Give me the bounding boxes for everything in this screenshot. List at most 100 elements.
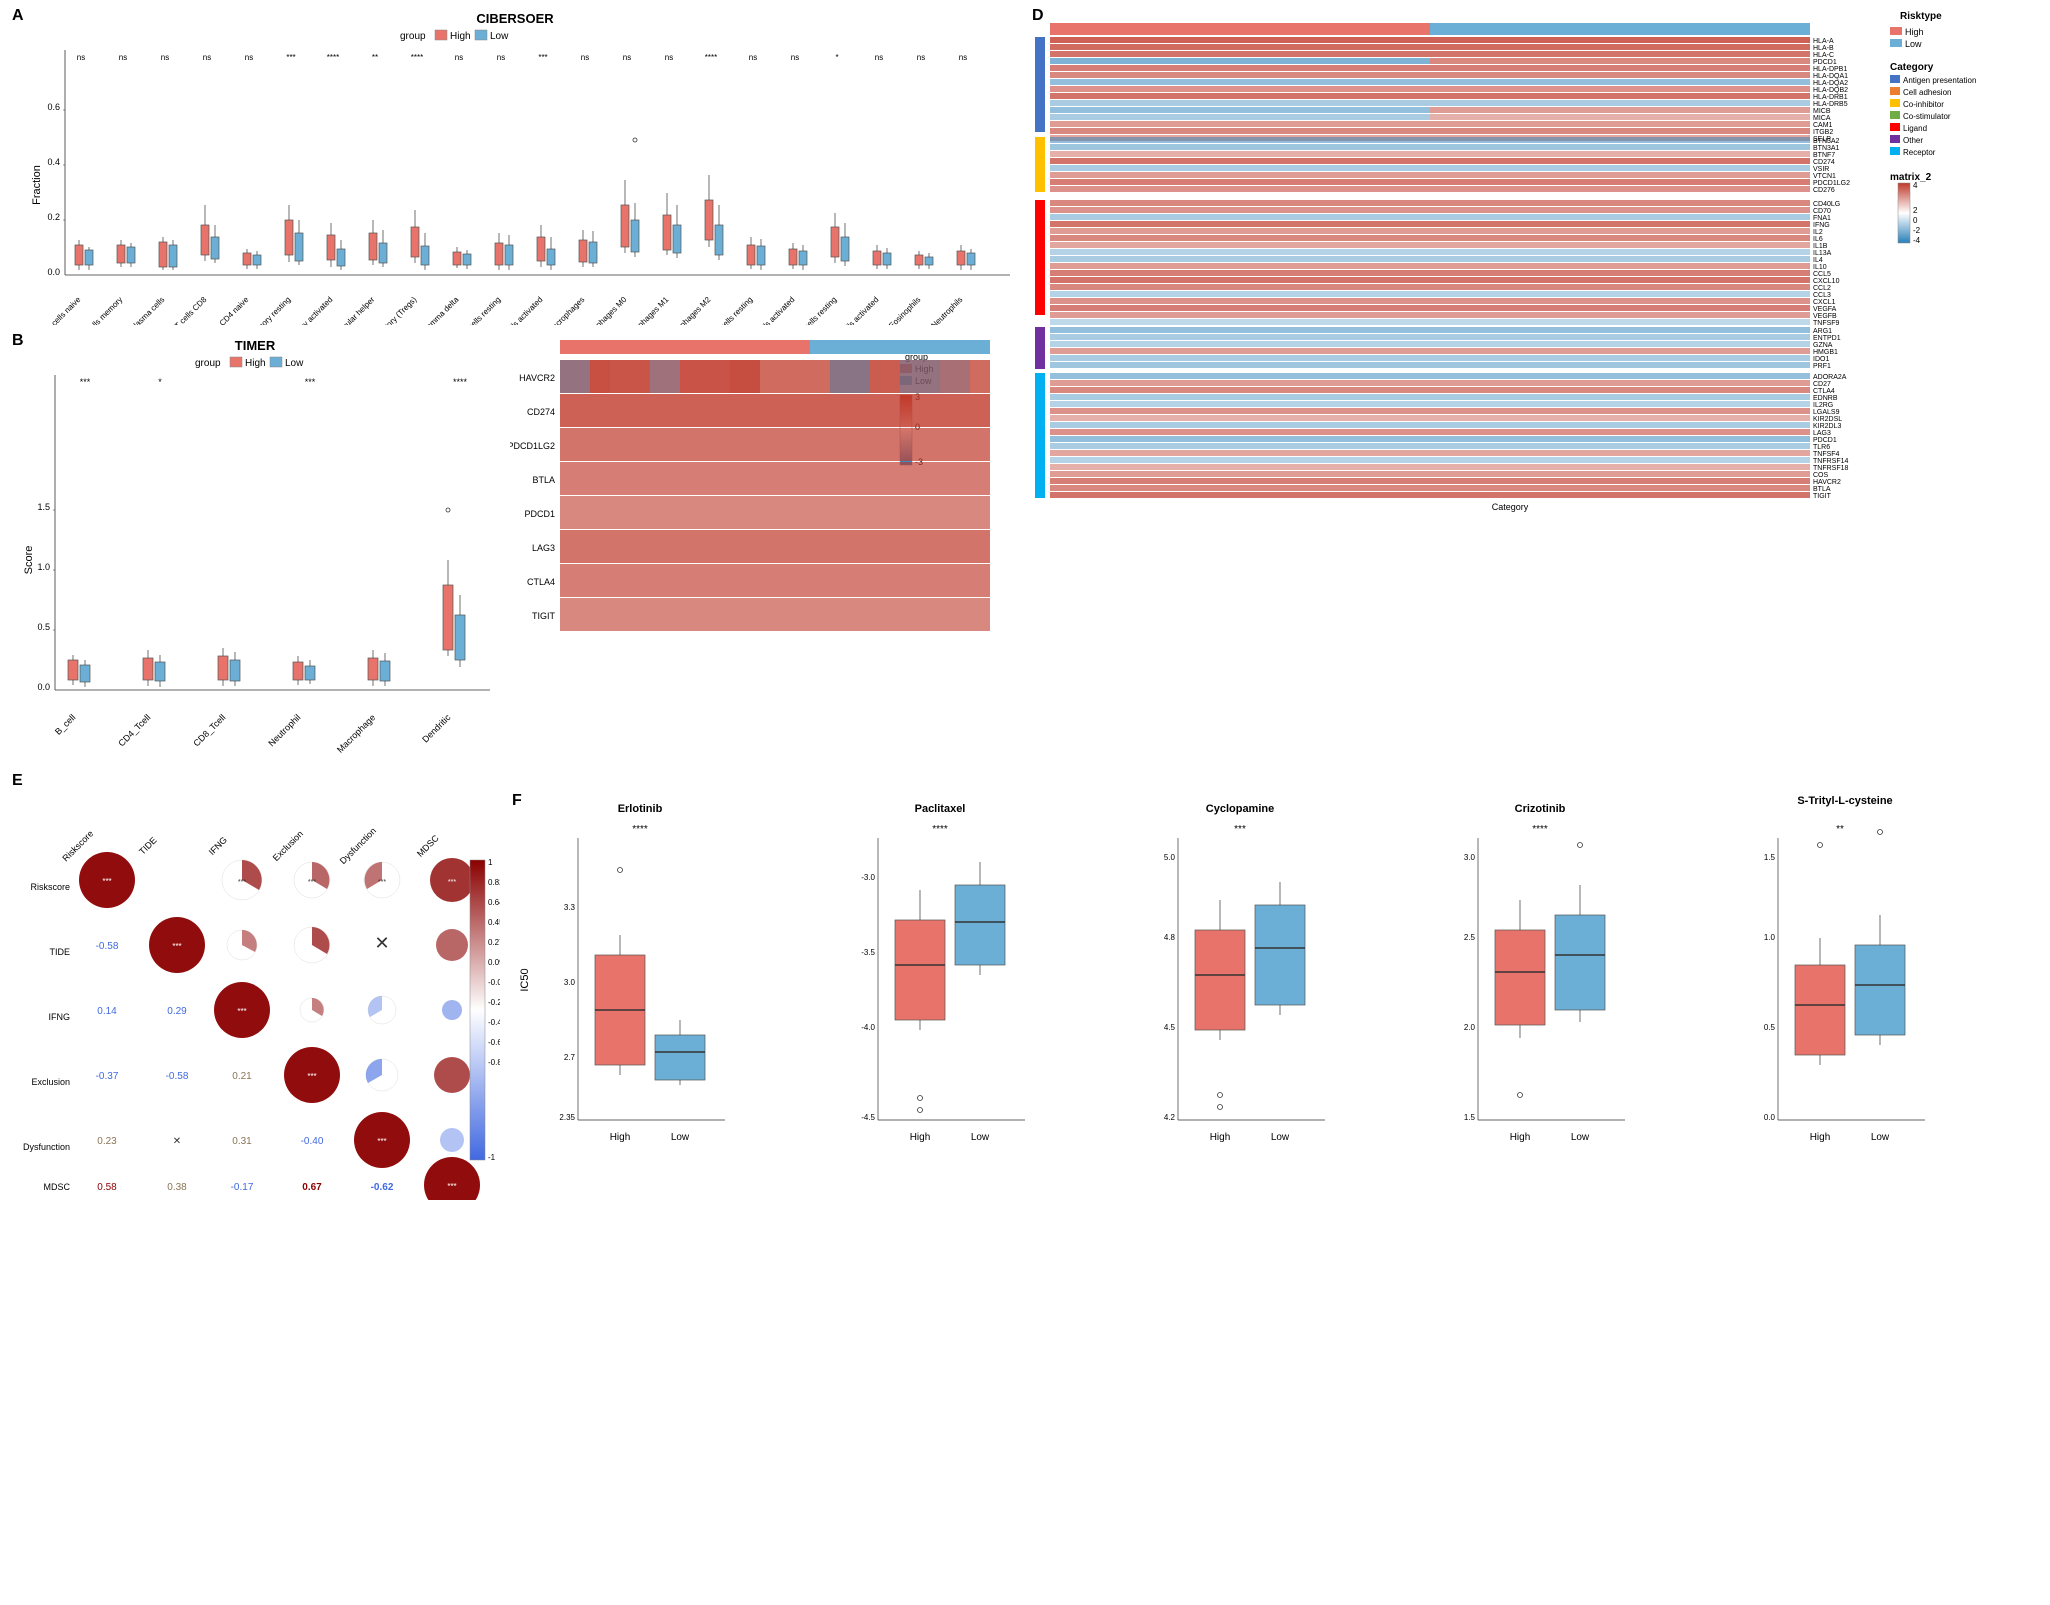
svg-text:ns: ns: [875, 53, 883, 62]
svg-text:3.3: 3.3: [564, 903, 576, 912]
svg-text:GZNA: GZNA: [1813, 342, 1833, 349]
svg-text:HAVCR2: HAVCR2: [519, 373, 555, 383]
svg-text:-0.09: -0.09: [488, 978, 500, 987]
svg-text:-4.0: -4.0: [861, 1023, 875, 1032]
svg-text:0.82: 0.82: [488, 878, 500, 887]
svg-text:Ligand: Ligand: [1903, 124, 1927, 133]
svg-text:0.14: 0.14: [97, 1006, 117, 1017]
svg-text:HLA-DQA1: HLA-DQA1: [1813, 73, 1848, 80]
svg-text:***: ***: [102, 877, 111, 886]
svg-text:group: group: [400, 31, 426, 42]
panel-f: F IC50 Erlotinib **** 2.35 2.7 3.0 3.3: [510, 790, 2040, 1200]
svg-text:TIGIT: TIGIT: [532, 611, 555, 621]
svg-text:IL1B: IL1B: [1813, 243, 1828, 250]
svg-text:0: 0: [1913, 216, 1918, 225]
svg-text:VTCN1: VTCN1: [1813, 173, 1836, 180]
svg-text:ns: ns: [917, 53, 925, 62]
svg-text:High: High: [450, 31, 471, 42]
panel-f-label: F: [512, 792, 522, 810]
svg-text:2.35: 2.35: [559, 1113, 575, 1122]
svg-text:TNFRSF18: TNFRSF18: [1813, 465, 1849, 472]
svg-text:MDSC: MDSC: [44, 1182, 71, 1192]
svg-text:Low: Low: [971, 1132, 990, 1143]
svg-text:***: ***: [448, 879, 456, 886]
svg-text:-0.64: -0.64: [488, 1038, 500, 1047]
svg-text:HLA-DQA2: HLA-DQA2: [1813, 80, 1848, 87]
svg-text:TNFSF4: TNFSF4: [1813, 451, 1840, 458]
svg-text:1.5: 1.5: [1764, 853, 1776, 862]
svg-text:0.0: 0.0: [47, 267, 60, 277]
svg-text:-0.62: -0.62: [371, 1182, 394, 1193]
svg-text:BTN3A1: BTN3A1: [1813, 145, 1840, 152]
svg-text:✕: ✕: [173, 1136, 181, 1147]
svg-text:Macrophages: Macrophages: [546, 295, 587, 325]
svg-text:LAG3: LAG3: [532, 543, 555, 553]
svg-text:1.0: 1.0: [37, 562, 50, 572]
svg-text:CD27: CD27: [1813, 381, 1831, 388]
svg-text:HLA-DPB1: HLA-DPB1: [1813, 66, 1847, 73]
svg-text:TNFSF9: TNFSF9: [1813, 320, 1840, 327]
svg-text:***: ***: [80, 377, 91, 387]
svg-text:*: *: [158, 377, 162, 387]
svg-text:BTN3A2: BTN3A2: [1813, 138, 1840, 145]
svg-text:ARG1: ARG1: [1813, 328, 1832, 335]
svg-text:0.21: 0.21: [232, 1071, 252, 1082]
svg-text:Co-stimulator: Co-stimulator: [1903, 112, 1951, 121]
svg-text:EDNRB: EDNRB: [1813, 395, 1838, 402]
svg-text:-1: -1: [488, 1153, 496, 1162]
svg-text:4.8: 4.8: [1164, 933, 1176, 942]
svg-text:IFNG: IFNG: [1813, 222, 1830, 229]
panel-c-svg: group High Low 3 0 -3 HAVCR2: [510, 330, 1020, 760]
svg-text:VEGFA: VEGFA: [1813, 306, 1837, 313]
svg-text:4.2: 4.2: [1164, 1113, 1176, 1122]
svg-text:-0.37: -0.37: [96, 1071, 119, 1082]
svg-text:0.38: 0.38: [167, 1182, 187, 1193]
svg-text:0.64: 0.64: [488, 898, 500, 907]
panel-e-label: E: [12, 772, 23, 790]
svg-text:COS: COS: [1813, 472, 1829, 479]
svg-text:MDSC: MDSC: [415, 833, 441, 859]
svg-text:Low: Low: [1271, 1132, 1290, 1143]
svg-text:Riskscore: Riskscore: [30, 882, 70, 892]
svg-text:Neutrophil: Neutrophil: [266, 712, 302, 748]
svg-text:***: ***: [286, 53, 295, 62]
svg-text:S-Trityl-L-cysteine: S-Trityl-L-cysteine: [1797, 795, 1892, 807]
svg-text:High: High: [1510, 1132, 1531, 1143]
svg-text:ns: ns: [203, 53, 211, 62]
svg-text:Macrophages M1: Macrophages M1: [620, 295, 670, 325]
svg-text:CCL3: CCL3: [1813, 292, 1831, 299]
svg-text:-0.27: -0.27: [488, 998, 500, 1007]
svg-text:3.0: 3.0: [564, 978, 576, 987]
svg-text:CD4_Tcell: CD4_Tcell: [116, 712, 152, 748]
svg-text:PDCD1: PDCD1: [524, 509, 555, 519]
svg-text:MICA: MICA: [1813, 115, 1831, 122]
svg-text:High: High: [245, 358, 266, 369]
svg-text:0.6: 0.6: [47, 102, 60, 112]
svg-text:ns: ns: [497, 53, 505, 62]
svg-text:LGALS9: LGALS9: [1813, 409, 1840, 416]
svg-text:Low: Low: [1871, 1132, 1890, 1143]
svg-text:-0.82: -0.82: [488, 1058, 500, 1067]
svg-text:HLA-B: HLA-B: [1813, 45, 1834, 52]
svg-text:***: ***: [308, 879, 316, 886]
boxplot-group: B cells naive ns B cells memory n: [44, 53, 975, 325]
svg-text:Paclitaxel: Paclitaxel: [915, 803, 966, 815]
svg-text:2.5: 2.5: [1464, 933, 1476, 942]
svg-text:***: ***: [447, 1182, 456, 1191]
svg-text:0.09: 0.09: [488, 958, 500, 967]
svg-text:B cells naive: B cells naive: [44, 295, 83, 325]
svg-text:Low: Low: [671, 1132, 690, 1143]
svg-text:ns: ns: [77, 53, 85, 62]
svg-text:CD70: CD70: [1813, 208, 1831, 215]
svg-text:0.31: 0.31: [232, 1136, 252, 1147]
svg-text:group: group: [195, 358, 221, 369]
svg-text:ns: ns: [119, 53, 127, 62]
svg-text:-3.5: -3.5: [861, 948, 875, 957]
svg-text:High: High: [610, 1132, 631, 1143]
svg-text:***: ***: [307, 1072, 316, 1081]
svg-text:0.4: 0.4: [47, 157, 60, 167]
svg-text:VEGFB: VEGFB: [1813, 313, 1837, 320]
svg-text:Plasma cells: Plasma cells: [128, 295, 166, 325]
panel-b: B TIMER group High Low Score 0.0 0.5 1.0…: [10, 330, 500, 760]
svg-text:2: 2: [1913, 206, 1918, 215]
